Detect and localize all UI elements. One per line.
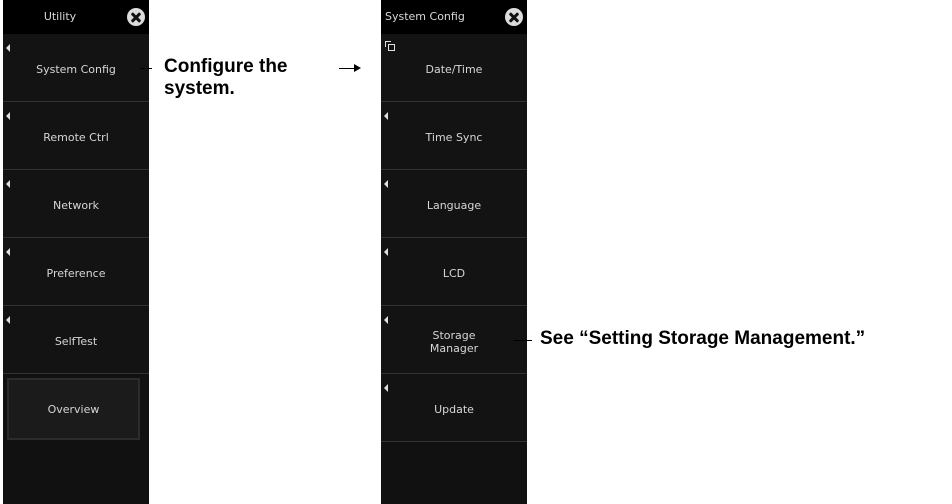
left-triangle-icon	[384, 180, 388, 188]
system-config-panel: System Config Date/Time Time Sync Langua…	[381, 0, 527, 504]
left-triangle-icon	[384, 384, 388, 392]
menu-item-remote-ctrl[interactable]: Remote Ctrl	[3, 103, 149, 170]
menu-item-label: Storage Manager	[381, 329, 527, 355]
utility-panel-header: Utility	[3, 0, 149, 34]
left-triangle-icon	[6, 248, 10, 256]
left-triangle-icon	[384, 248, 388, 256]
leader-line	[140, 68, 152, 69]
menu-item-label: Remote Ctrl	[43, 131, 109, 144]
left-triangle-icon	[6, 316, 10, 324]
submenu-icon	[385, 41, 395, 51]
menu-item-label: SelfTest	[54, 335, 98, 348]
menu-item-label: System Config	[36, 63, 116, 76]
configure-callout: Configure the system.	[164, 56, 288, 100]
menu-item-lcd[interactable]: LCD	[381, 239, 527, 306]
left-triangle-icon	[384, 112, 388, 120]
menu-item-label: Language	[426, 199, 482, 212]
utility-panel-title: Utility	[43, 10, 77, 23]
menu-item-label: Date/Time	[425, 63, 483, 76]
menu-item-storage-manager[interactable]: Storage Manager	[381, 307, 527, 374]
menu-item-language[interactable]: Language	[381, 171, 527, 238]
menu-item-selftest[interactable]: SelfTest	[3, 307, 149, 374]
left-triangle-icon	[6, 44, 10, 52]
left-triangle-icon	[6, 112, 10, 120]
menu-item-label: Preference	[46, 267, 106, 280]
menu-item-label-line1: Storage	[432, 329, 476, 342]
menu-item-label-line2: Manager	[429, 342, 479, 355]
menu-item-label: Overview	[47, 403, 100, 416]
menu-item-preference[interactable]: Preference	[3, 239, 149, 306]
menu-item-update[interactable]: Update	[381, 375, 527, 442]
arrow-head-icon	[354, 64, 361, 72]
menu-item-date-time[interactable]: Date/Time	[381, 35, 527, 102]
menu-item-system-config[interactable]: System Config	[3, 35, 149, 102]
menu-item-label: Update	[434, 403, 474, 416]
system-config-panel-header: System Config	[381, 0, 527, 34]
close-icon[interactable]	[127, 8, 145, 26]
overview-button[interactable]: Overview	[7, 378, 140, 440]
menu-item-label: Network	[53, 199, 99, 212]
configure-callout-line2: system.	[164, 78, 235, 99]
storage-callout: See “Setting Storage Management.”	[540, 328, 866, 349]
leader-line	[514, 340, 532, 341]
arrow-line	[339, 68, 355, 69]
left-triangle-icon	[6, 180, 10, 188]
menu-item-label: Time Sync	[425, 131, 483, 144]
menu-item-label: LCD	[442, 267, 466, 280]
close-icon[interactable]	[505, 8, 523, 26]
configure-callout-line1: Configure the	[164, 56, 288, 77]
menu-item-network[interactable]: Network	[3, 171, 149, 238]
left-triangle-icon	[384, 316, 388, 324]
menu-item-time-sync[interactable]: Time Sync	[381, 103, 527, 170]
utility-panel: Utility System Config Remote Ctrl Networ…	[3, 0, 149, 504]
system-config-panel-title: System Config	[385, 10, 465, 23]
